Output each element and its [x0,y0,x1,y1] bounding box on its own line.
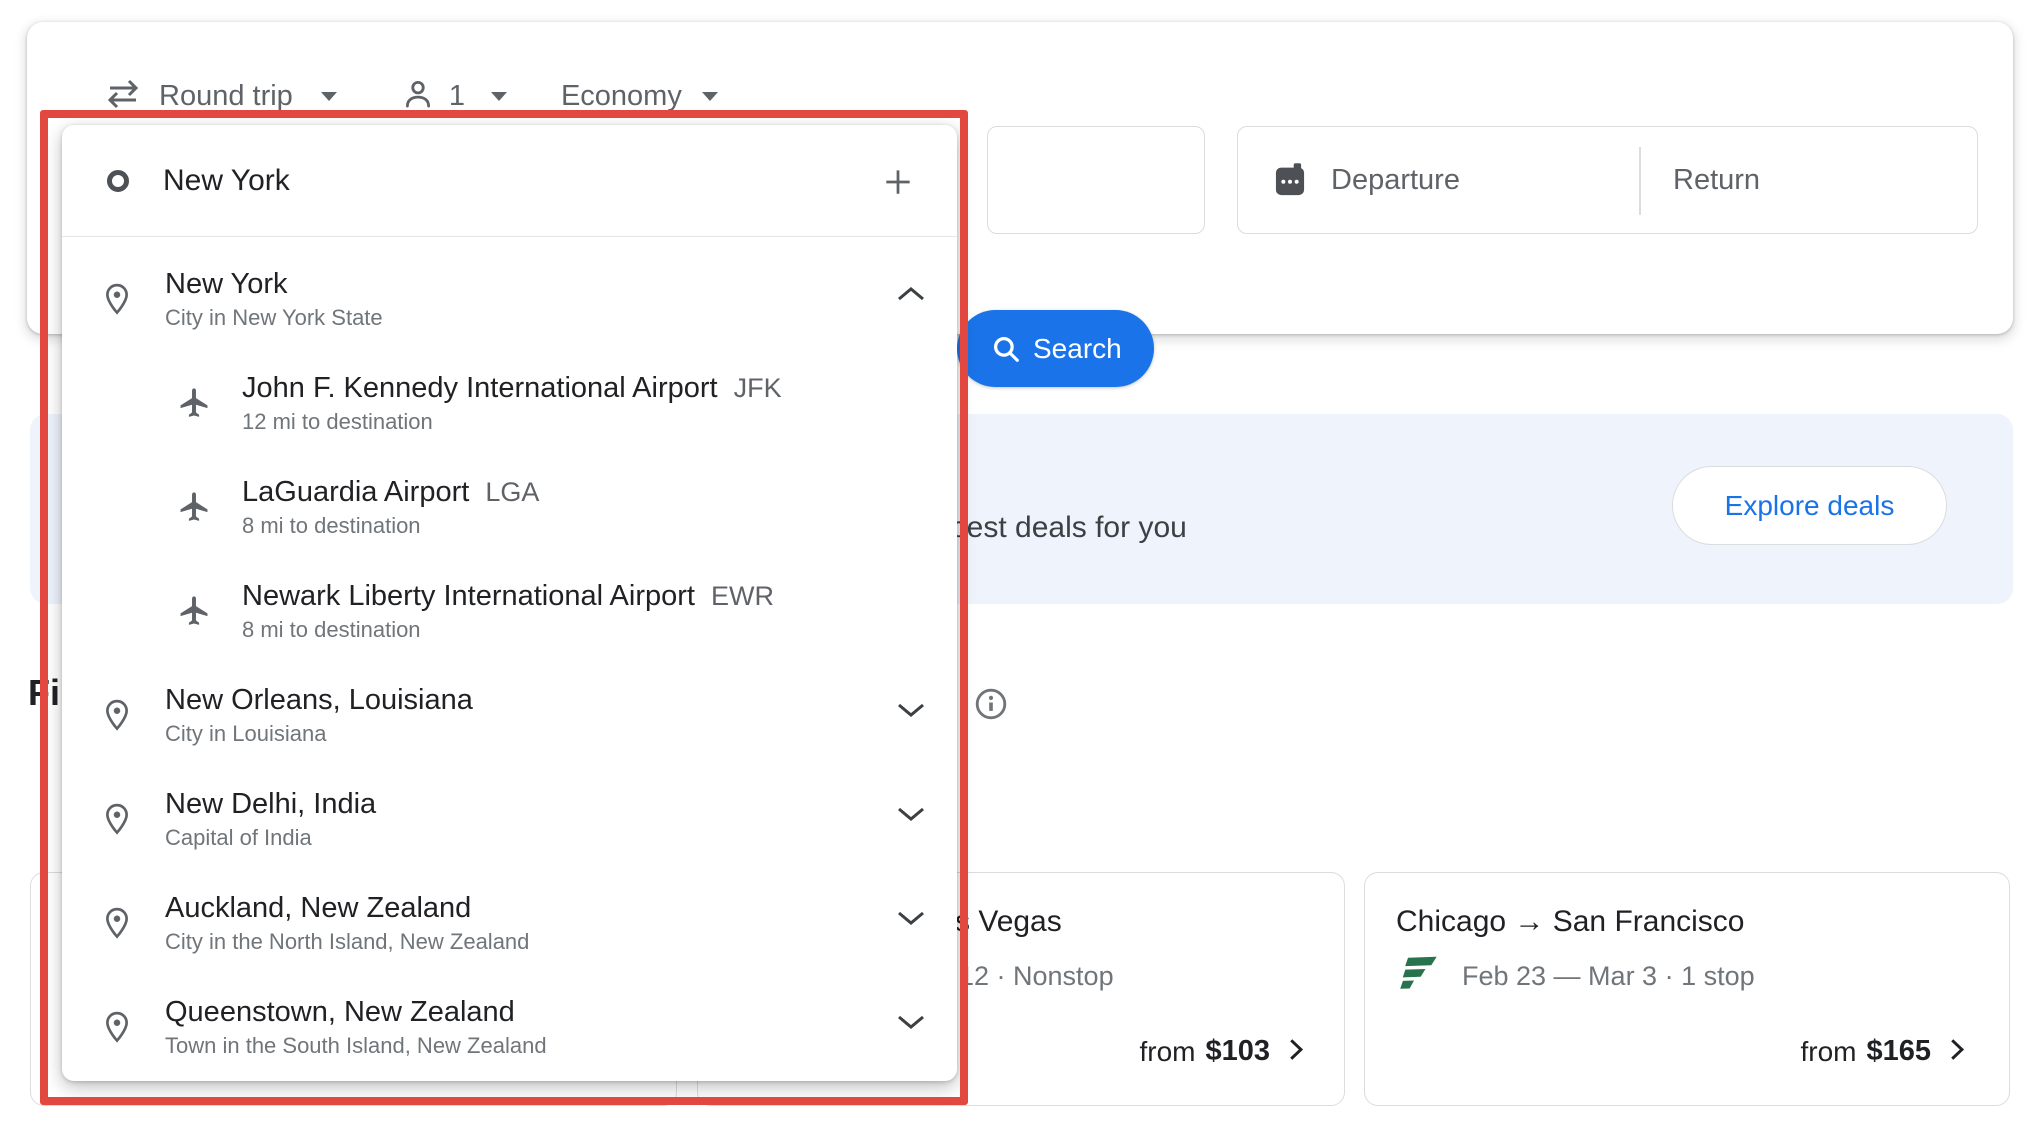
departure-date-input[interactable]: Departure [1331,164,1460,197]
airport-code: LGA [485,477,539,507]
suggestion-subtitle: Town in the South Island, New Zealand [165,1033,547,1059]
chevron-right-icon [1282,1036,1308,1067]
suggestion-subtitle: 8 mi to destination [242,617,774,643]
explore-deals-button[interactable]: Explore deals [1672,466,1947,545]
suggestion-jfk-airport[interactable]: John F. Kennedy International AirportJFK… [62,351,957,455]
chevron-right-icon [1943,1036,1969,1067]
cheap-flights-heading: Fi [28,672,60,714]
magnifier-icon [991,334,1021,364]
suggestion-subtitle: City in New York State [165,305,383,331]
price-amount: $103 [1205,1035,1270,1068]
chevron-up-icon[interactable] [895,284,927,309]
suggestion-ewr-airport[interactable]: Newark Liberty International AirportEWR … [62,559,957,663]
origin-autocomplete-dropdown: New York New York City in New York State [62,125,957,1081]
location-pin-icon [100,1010,134,1044]
destination-input[interactable] [987,126,1205,234]
suggestion-subtitle: City in the North Island, New Zealand [165,929,529,955]
origin-input[interactable]: New York [62,125,957,237]
chevron-down-icon[interactable] [895,908,927,933]
suggestion-new-delhi[interactable]: New Delhi, India Capital of India [62,767,957,871]
deal-card-subtitle: 12 · Nonstop [959,961,1114,992]
airplane-icon [177,386,211,420]
return-date-input[interactable]: Return [1673,164,1760,197]
suggestion-new-orleans[interactable]: New Orleans, Louisiana City in Louisiana [62,663,957,767]
suggestion-title: Auckland, New Zealand [165,891,529,925]
suggestion-subtitle: City in Louisiana [165,721,473,747]
chevron-down-icon[interactable] [491,92,507,101]
chevron-down-icon[interactable] [895,804,927,829]
price-amount: $165 [1866,1035,1931,1068]
suggestion-queenstown[interactable]: Queenstown, New Zealand Town in the Sout… [62,975,957,1079]
suggestion-title: Newark Liberty International AirportEWR [242,579,774,613]
location-pin-icon [100,282,134,316]
search-button[interactable]: Search [957,310,1154,387]
price-prefix: from [1800,1036,1856,1068]
deal-card-subtitle: Feb 23 — Mar 3 · 1 stop [1462,961,1755,992]
deal-card-title: s Vegas [955,905,1062,939]
deal-card-chicago-sf[interactable]: Chicago → San Francisco Feb 23 — Mar 3 ·… [1364,872,2010,1106]
person-icon [401,77,435,116]
date-field-divider [1639,147,1641,215]
suggestion-title: LaGuardia AirportLGA [242,475,539,509]
cabin-class-selector[interactable]: Economy [561,80,682,113]
suggestion-lga-airport[interactable]: LaGuardia AirportLGA 8 mi to destination [62,455,957,559]
origin-input-value: New York [163,164,290,198]
suggestion-list: New York City in New York State John F. … [62,237,957,1079]
suggestion-auckland[interactable]: Auckland, New Zealand City in the North … [62,871,957,975]
frontier-airlines-icon [1396,953,1442,998]
airport-code: EWR [711,581,774,611]
calendar-icon [1272,161,1308,206]
trip-type-selector[interactable]: Round trip [159,80,293,113]
suggestion-title: New York [165,267,383,301]
chevron-down-icon[interactable] [321,92,337,101]
airplane-icon [177,594,211,628]
date-range-field[interactable]: Departure Return [1237,126,1978,234]
location-pin-icon [100,906,134,940]
airport-code: JFK [734,373,782,403]
deal-card-title: Chicago → San Francisco [1396,905,1745,939]
explore-deals-label: Explore deals [1725,490,1895,522]
suggestion-subtitle: 12 mi to destination [242,409,782,435]
airplane-icon [177,490,211,524]
promo-message: best deals for you [950,511,1187,545]
price-prefix: from [1139,1036,1195,1068]
chevron-down-icon[interactable] [702,92,718,101]
passenger-count-selector[interactable]: 1 [449,80,465,113]
suggestion-title: New Delhi, India [165,787,376,821]
suggestion-subtitle: 8 mi to destination [242,513,539,539]
suggestion-title: New Orleans, Louisiana [165,683,473,717]
chevron-down-icon[interactable] [895,700,927,725]
trip-options-toolbar: Round trip 1 Economy [103,74,718,118]
location-pin-icon [100,698,134,732]
location-pin-icon [100,802,134,836]
search-button-label: Search [1033,333,1122,365]
swap-horizontal-arrows-icon [103,79,143,114]
plus-icon[interactable] [881,165,915,204]
suggestion-title: John F. Kennedy International AirportJFK [242,371,782,405]
suggestion-title: Queenstown, New Zealand [165,995,547,1029]
info-icon[interactable] [973,686,1009,727]
suggestion-new-york[interactable]: New York City in New York State [62,247,957,351]
circle-outline-icon [107,170,129,192]
suggestion-subtitle: Capital of India [165,825,376,851]
chevron-down-icon[interactable] [895,1012,927,1037]
